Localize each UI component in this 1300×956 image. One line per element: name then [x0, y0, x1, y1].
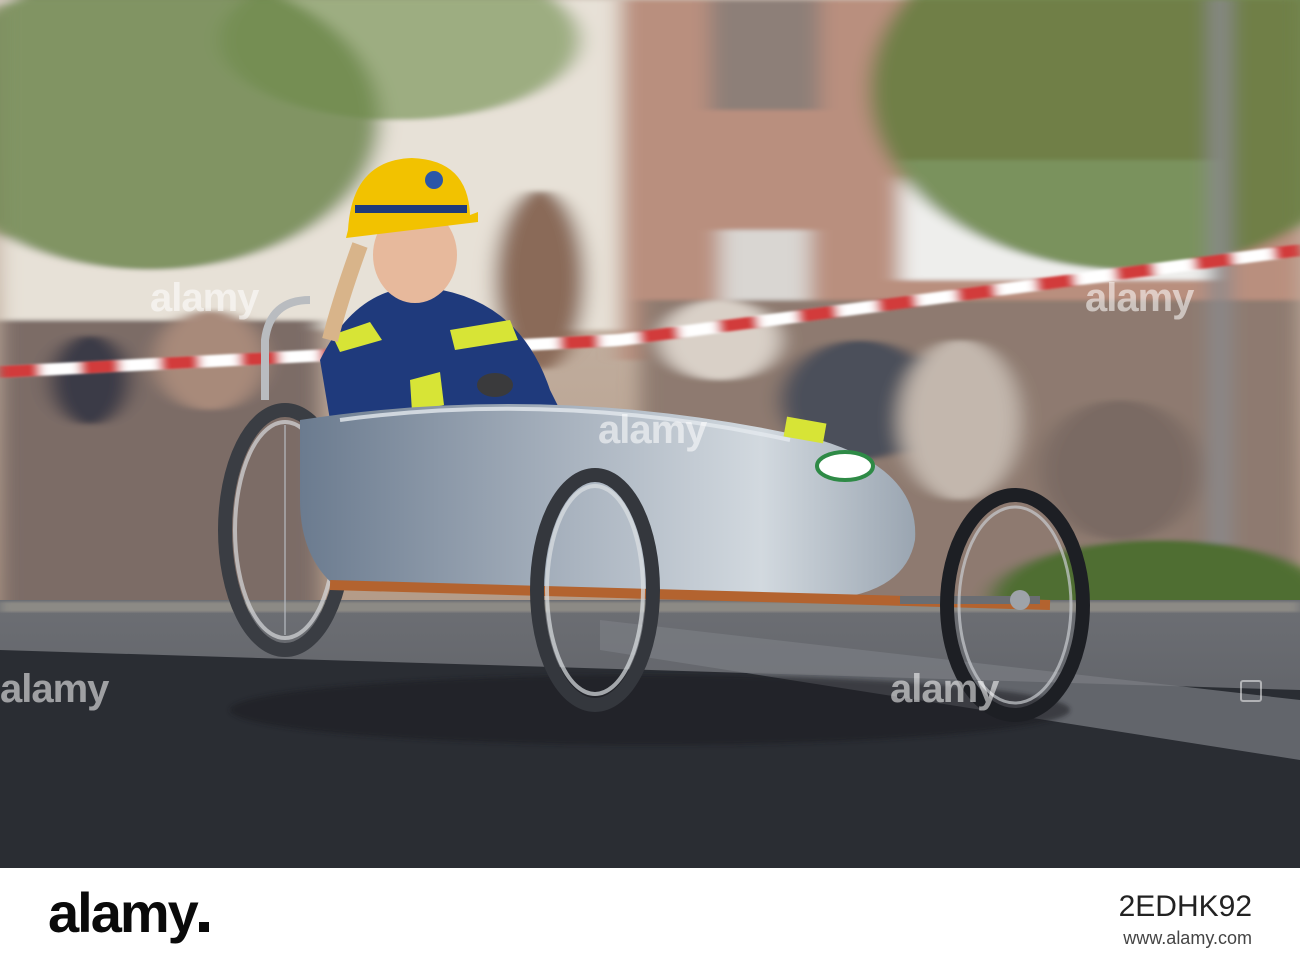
stock-photo: alamy alamy alamy alamy alamy: [0, 0, 1300, 868]
alamy-logo: alamy: [48, 880, 209, 945]
footer-bar: alamy 2EDHK92 www.alamy.com: [0, 868, 1300, 956]
image-id: 2EDHK92: [1118, 890, 1252, 923]
watermark-chip-icon: [1240, 680, 1262, 702]
image-url: www.alamy.com: [1123, 928, 1252, 948]
soapbox-race-scene: [0, 0, 1300, 868]
sponsor-sticker: [815, 450, 875, 482]
